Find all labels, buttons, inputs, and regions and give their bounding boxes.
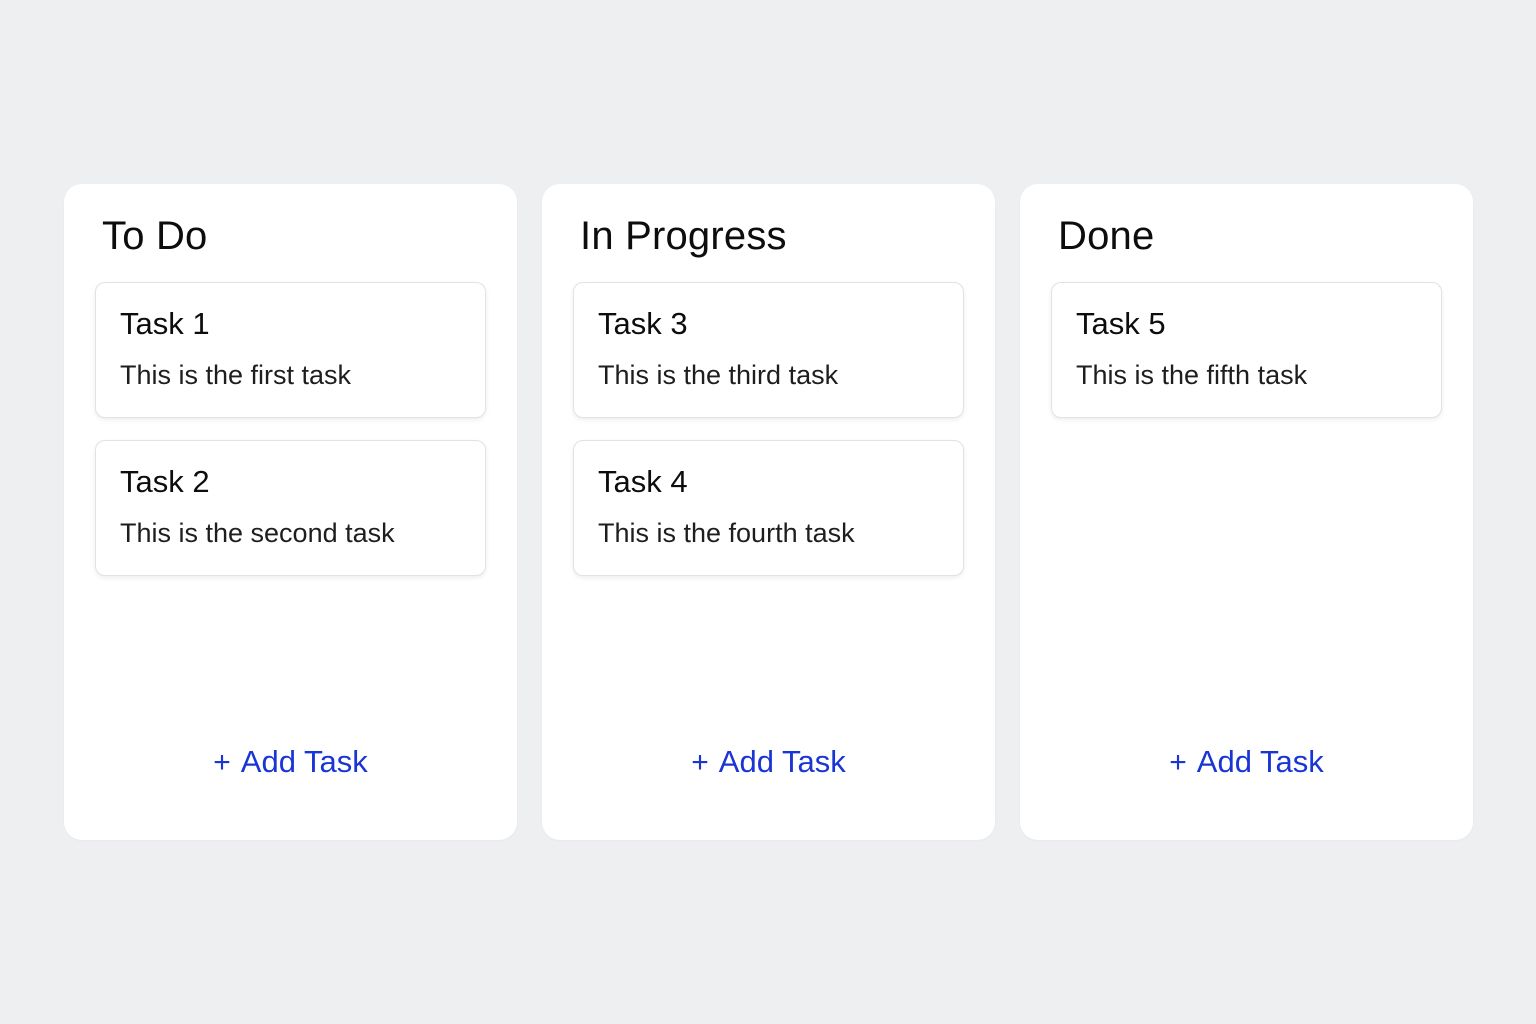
kanban-board: To Do Task 1 This is the first task Task…	[64, 184, 1473, 840]
task-title: Task 4	[598, 464, 688, 499]
task-description: This is the fourth task	[598, 518, 855, 548]
column-to-do: To Do Task 1 This is the first task Task…	[64, 184, 517, 840]
card-list: Task 5 This is the fifth task	[1051, 282, 1442, 418]
task-card[interactable]: Task 5 This is the fifth task	[1051, 282, 1442, 418]
task-description: This is the second task	[120, 518, 395, 548]
task-card[interactable]: Task 3 This is the third task	[573, 282, 964, 418]
task-card[interactable]: Task 1 This is the first task	[95, 282, 486, 418]
column-in-progress: In Progress Task 3 This is the third tas…	[542, 184, 995, 840]
add-task-button[interactable]: + Add Task	[542, 744, 995, 780]
plus-icon: +	[1169, 746, 1187, 779]
column-title: Done	[1058, 214, 1155, 258]
task-title: Task 5	[1076, 306, 1166, 341]
column-title: In Progress	[580, 214, 787, 258]
column-done: Done Task 5 This is the fifth task + Add …	[1020, 184, 1473, 840]
column-title: To Do	[102, 214, 208, 258]
task-title: Task 1	[120, 306, 210, 341]
add-task-label: Add Task	[1196, 744, 1324, 779]
plus-icon: +	[691, 746, 709, 779]
add-task-button[interactable]: + Add Task	[64, 744, 517, 780]
card-list: Task 3 This is the third task Task 4 Thi…	[573, 282, 964, 576]
task-description: This is the first task	[120, 360, 352, 390]
add-task-button[interactable]: + Add Task	[1020, 744, 1473, 780]
task-description: This is the third task	[598, 360, 839, 390]
task-card[interactable]: Task 2 This is the second task	[95, 440, 486, 576]
task-title: Task 3	[598, 306, 688, 341]
task-card[interactable]: Task 4 This is the fourth task	[573, 440, 964, 576]
plus-icon: +	[213, 746, 231, 779]
task-description: This is the fifth task	[1076, 360, 1308, 390]
add-task-label: Add Task	[240, 744, 368, 779]
add-task-label: Add Task	[718, 744, 846, 779]
card-list: Task 1 This is the first task Task 2 Thi…	[95, 282, 486, 576]
task-title: Task 2	[120, 464, 210, 499]
